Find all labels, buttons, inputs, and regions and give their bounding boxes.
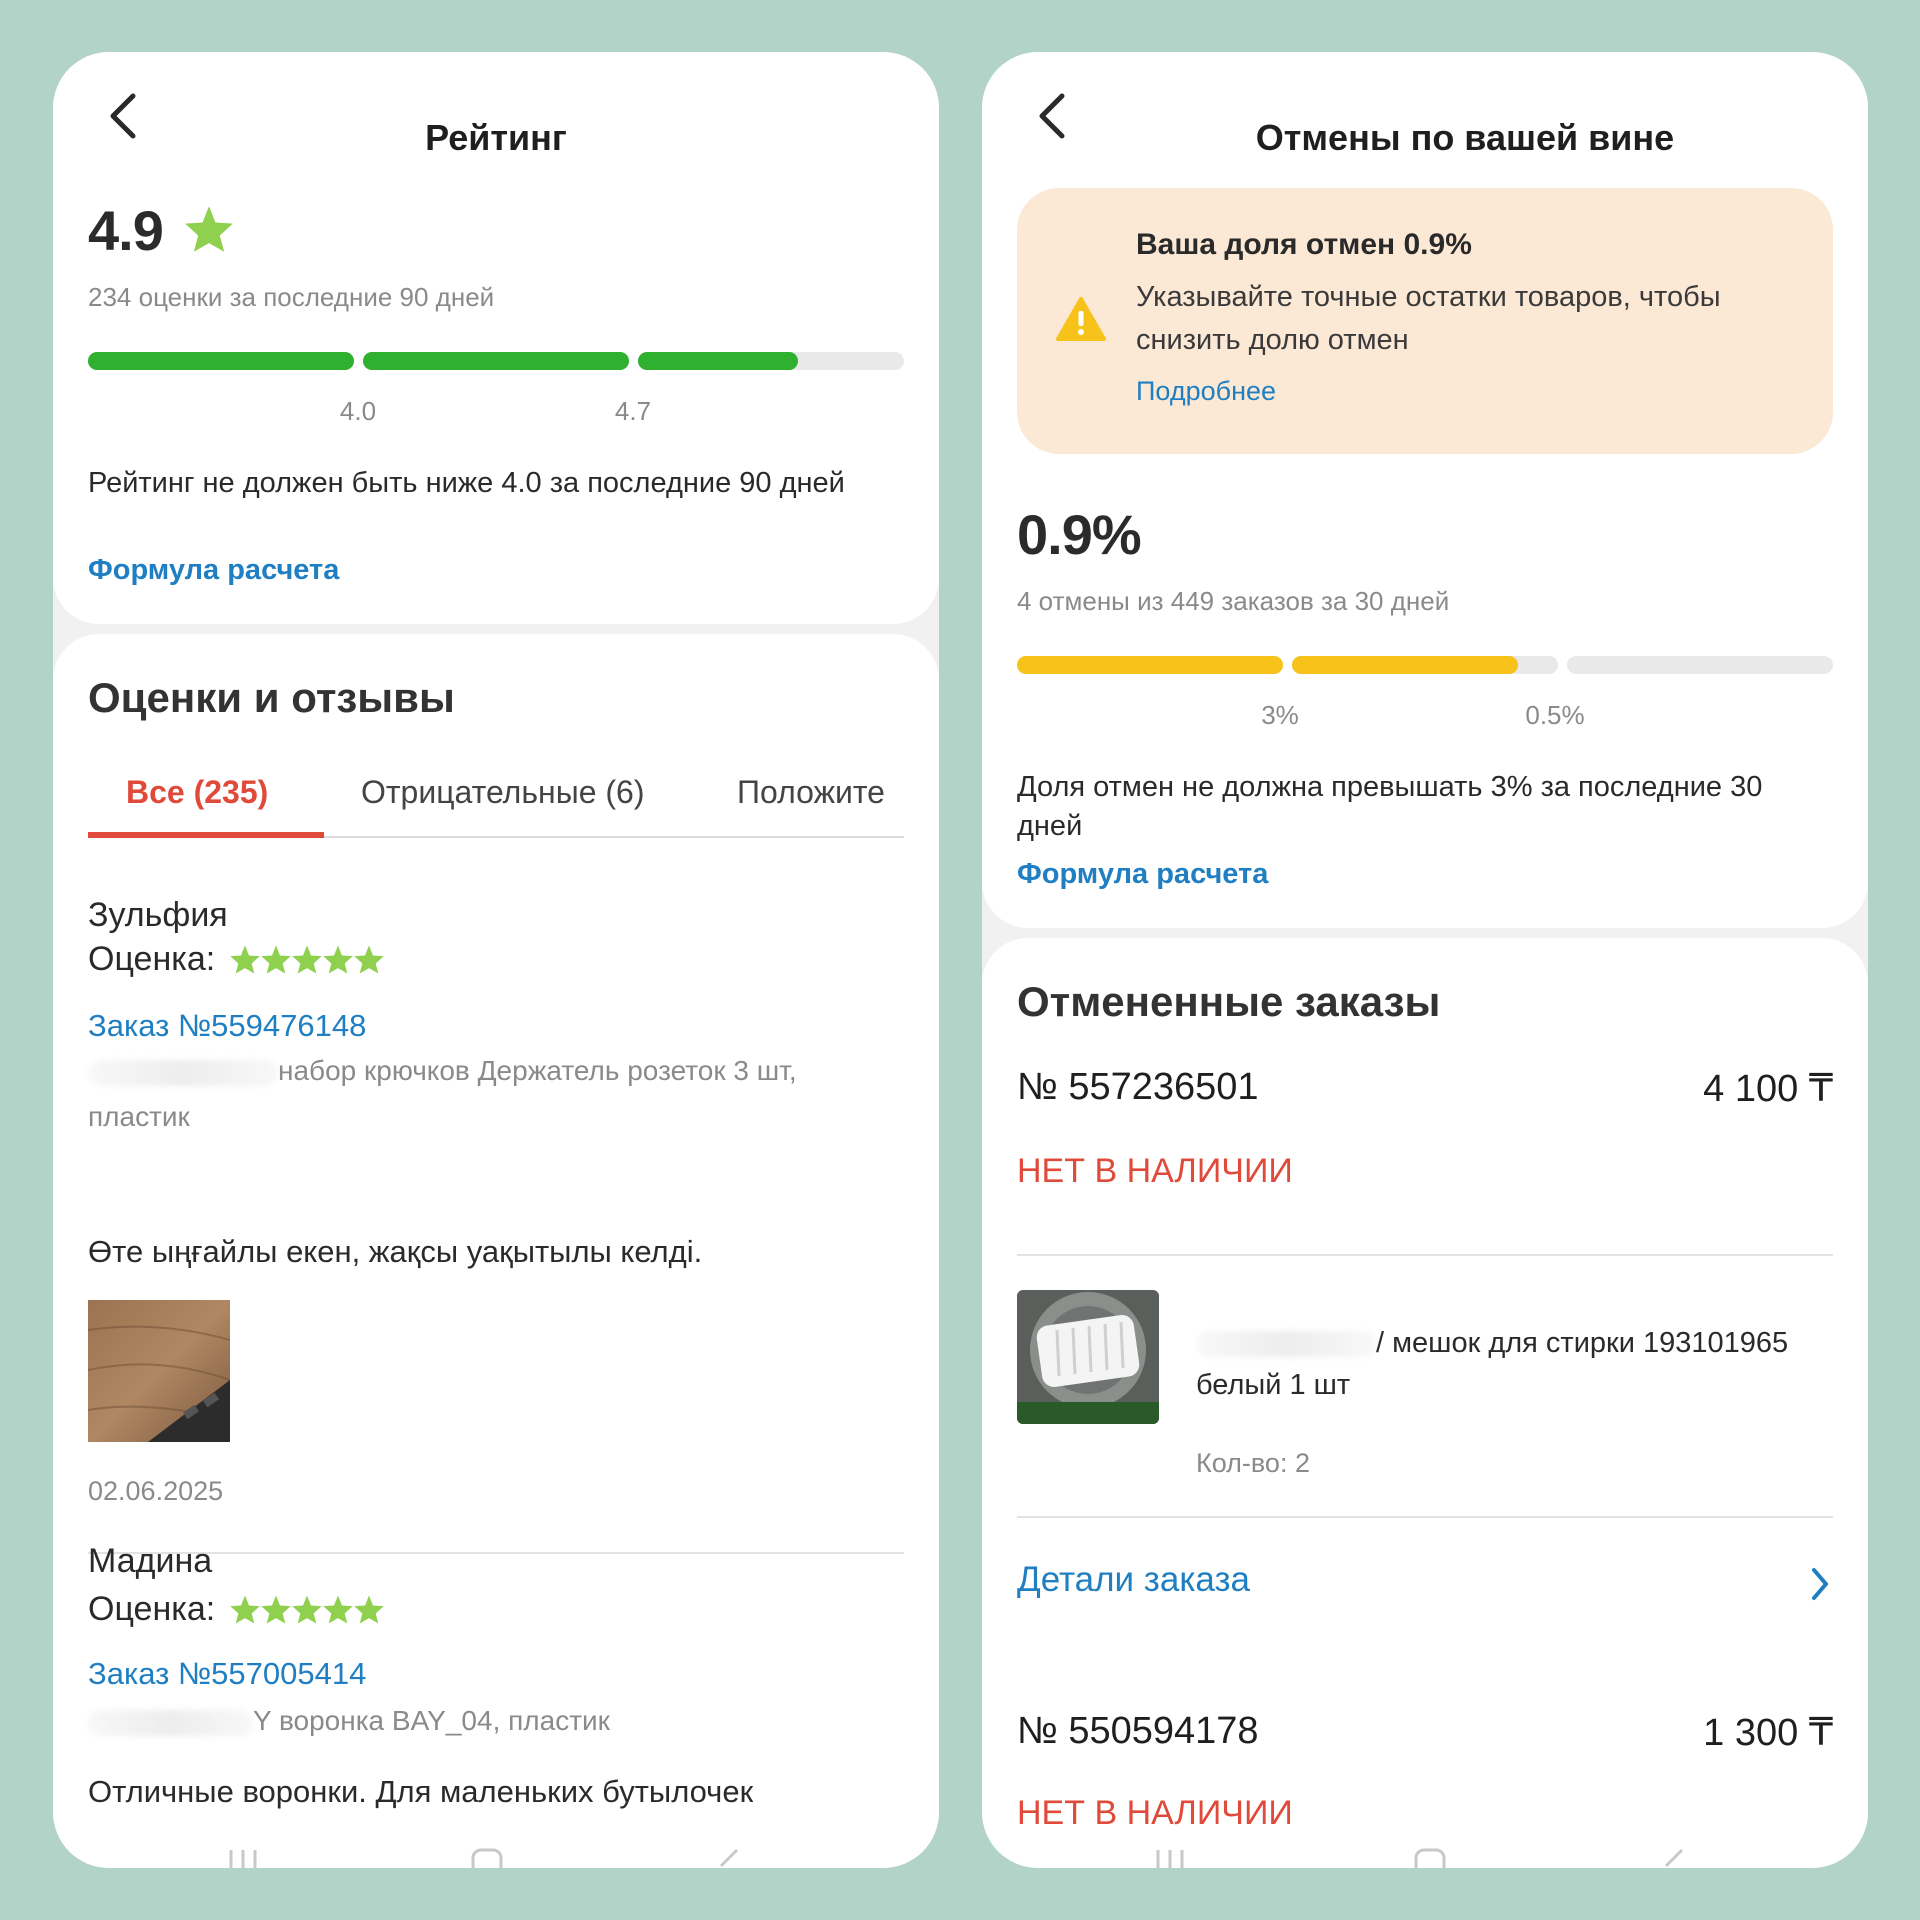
blurred-text: [88, 1709, 253, 1736]
review-comment: Отличные воронки. Для маленьких бутылоче…: [88, 1774, 754, 1809]
order-link[interactable]: Заказ №557005414: [88, 1656, 366, 1692]
tab-positive[interactable]: Положите: [737, 774, 885, 811]
system-nav-bar: [229, 1848, 739, 1868]
star-icon: [354, 1595, 384, 1624]
warning-icon: [1056, 297, 1106, 341]
page-title: Рейтинг: [425, 117, 567, 158]
progress-segment-1: [88, 352, 354, 370]
rating-screen: Рейтинг 4.9 234 оценки за последние 90 д…: [53, 52, 939, 1868]
tick-label: 3%: [1261, 700, 1299, 730]
chevron-right-icon[interactable]: [1808, 1564, 1832, 1604]
cancellations-screen: Отмены по вашей вине Ваша доля отмен 0.9…: [982, 52, 1868, 1868]
reviews-title: Оценки и отзывы: [88, 674, 455, 721]
progress-segment-track-3: [1567, 656, 1833, 674]
reviewer-name: Зульфия: [88, 896, 228, 934]
order-divider: [1017, 1516, 1833, 1518]
rating-stars: [229, 1594, 384, 1625]
star-icon: [323, 945, 353, 974]
status-badge: НЕТ В НАЛИЧИИ: [1017, 1152, 1293, 1190]
cancellations-card: Отмены по вашей вине Ваша доля отмен 0.9…: [982, 52, 1868, 928]
order-price: 1 300 ₸: [1703, 1712, 1833, 1754]
progress-segment-1: [1017, 656, 1283, 674]
tab-negative[interactable]: Отрицательные (6): [361, 774, 644, 811]
star-icon: [230, 945, 260, 974]
product-thumbnail[interactable]: [1017, 1290, 1159, 1424]
review-rating: Оценка:: [88, 940, 384, 979]
product-name: Y воронка BAY_04, пластик: [88, 1698, 908, 1744]
order-price: 4 100 ₸: [1703, 1068, 1833, 1110]
page-title: Отмены по вашей вине: [1255, 117, 1675, 158]
order-divider: [1017, 1254, 1833, 1256]
tick-label: 4.0: [339, 396, 377, 426]
review-photo[interactable]: [88, 1300, 230, 1442]
order-link[interactable]: Заказ №559476148: [88, 1008, 366, 1044]
tab-all[interactable]: Все (235): [126, 774, 268, 811]
reviewer-name: Мадина: [88, 1542, 213, 1580]
order-number: № 550594178: [1017, 1710, 1259, 1752]
system-nav-bar: [1156, 1848, 1684, 1868]
cancel-description: Доля отмен не должна превышать 3% за пос…: [1017, 771, 1763, 842]
status-badge: НЕТ В НАЛИЧИИ: [1017, 1794, 1293, 1832]
rating-value: 4.9: [88, 198, 235, 263]
tick-label: 4.7: [614, 396, 652, 426]
star-icon: [292, 1595, 322, 1624]
star-icon: [292, 945, 322, 974]
product-name: набор крючков Держатель розеток 3 шт, пл…: [88, 1055, 797, 1132]
formula-link[interactable]: Формула расчета: [88, 554, 339, 587]
active-tab-indicator: [88, 832, 324, 838]
rating-stars: [229, 944, 384, 975]
progress-segment-3: [638, 352, 798, 370]
product-name: / мешок для стирки 193101965 белый 1 шт: [1196, 1327, 1789, 1401]
cancel-rate-subtitle: 4 отмены из 449 заказов за 30 дней: [1017, 586, 1450, 616]
review-comment: Өте ыңғайлы екен, жақсы уақытылы келді.: [88, 1234, 703, 1269]
star-icon: [323, 1595, 353, 1624]
review-date: 02.06.2025: [88, 1476, 224, 1506]
warning-title: Ваша доля отмен 0.9%: [1136, 228, 1472, 261]
progress-segment-2: [363, 352, 629, 370]
cancel-rate-value: 0.9%: [1017, 503, 1142, 566]
product-quantity: Кол-во: 2: [1196, 1448, 1310, 1478]
order-details-link[interactable]: Детали заказа: [1017, 1560, 1250, 1600]
cancelled-orders-card: Отмененные заказы № 557236501 4 100 ₸ НЕ…: [982, 938, 1868, 1868]
blurred-text: [1196, 1331, 1376, 1358]
star-icon: [230, 1595, 260, 1624]
rating-description: Рейтинг не должен быть ниже 4.0 за после…: [88, 467, 845, 499]
warning-text: Указывайте точные остатки товаров, чтобы…: [1136, 281, 1721, 356]
more-link[interactable]: Подробнее: [1136, 376, 1276, 407]
star-icon: [354, 945, 384, 974]
star-icon: [185, 206, 234, 252]
cancelled-orders-title: Отмененные заказы: [1017, 978, 1441, 1025]
rating-subtitle: 234 оценки за последние 90 дней: [88, 282, 495, 312]
warning-banner: Ваша доля отмен 0.9% Указывайте точные о…: [1017, 188, 1833, 454]
star-icon: [261, 1595, 291, 1624]
reviews-card: Оценки и отзывы Все (235) Отрицательные …: [53, 634, 939, 1868]
rating-card: Рейтинг 4.9 234 оценки за последние 90 д…: [53, 52, 939, 624]
star-icon: [261, 945, 291, 974]
blurred-text: [88, 1059, 278, 1086]
rating-label: Оценка:: [88, 1590, 216, 1628]
rating-label: Оценка:: [88, 940, 216, 978]
review-rating: Оценка:: [88, 1590, 384, 1629]
tick-label: 0.5%: [1525, 700, 1585, 730]
formula-link[interactable]: Формула расчета: [1017, 858, 1268, 891]
order-number: № 557236501: [1017, 1066, 1259, 1108]
progress-segment-2: [1292, 656, 1519, 674]
